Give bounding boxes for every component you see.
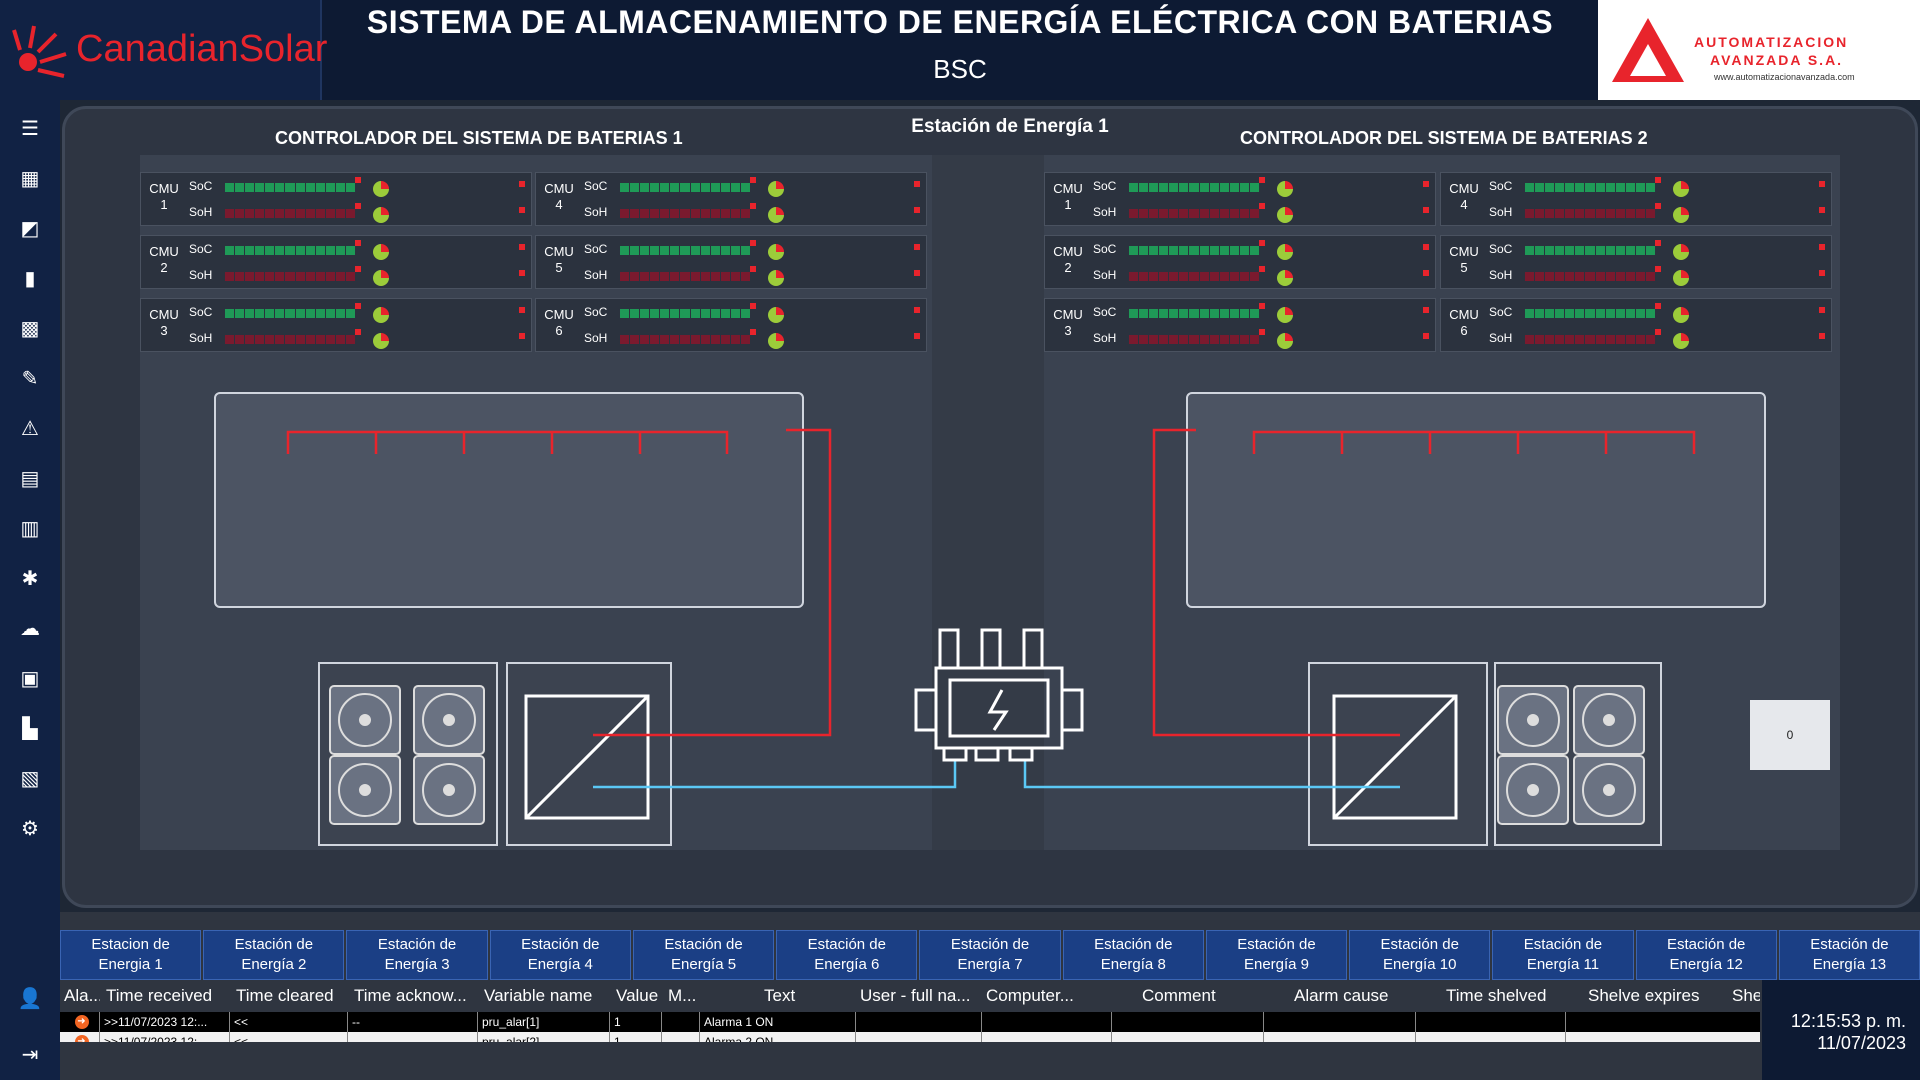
transformer-icon xyxy=(914,628,1084,762)
col-header[interactable]: Shel xyxy=(1718,986,1760,1006)
cell-time-cleared: << xyxy=(230,1012,348,1032)
clock: 12:15:53 p. m. 11/07/2023 xyxy=(1762,980,1920,1080)
clock-time: 12:15:53 p. m. xyxy=(1790,1011,1906,1031)
col-header[interactable]: Comment xyxy=(1112,986,1264,1006)
counter-display: 0 xyxy=(1750,700,1830,770)
tab-station-4[interactable]: Estación de Energía 4 xyxy=(489,930,631,980)
col-header[interactable]: Time acknow... xyxy=(348,986,478,1006)
single-line-diagram xyxy=(286,428,1696,825)
tab-station-10[interactable]: Estación de Energía 10 xyxy=(1349,930,1491,980)
tab-station-6[interactable]: Estación de Energía 6 xyxy=(776,930,918,980)
alarm-state-icon: ➜ xyxy=(60,1012,100,1032)
tab-station-1[interactable]: Estacion de Energia 1 xyxy=(60,930,202,980)
table-empty-area xyxy=(60,1042,1760,1080)
col-header[interactable]: Alarm cause xyxy=(1264,986,1416,1006)
cell-m xyxy=(662,1012,700,1032)
tab-station-2[interactable]: Estación de Energía 2 xyxy=(203,930,345,980)
col-header[interactable]: Variable name xyxy=(478,986,610,1006)
table-row[interactable]: ➜ >>11/07/2023 12:... << -- pru_alar[1] … xyxy=(60,1012,1760,1032)
col-header[interactable]: Time received xyxy=(100,986,230,1006)
cell-user xyxy=(856,1012,982,1032)
col-header[interactable]: M... xyxy=(662,986,730,1006)
col-header[interactable]: User - full na... xyxy=(856,986,982,1006)
col-header[interactable]: Time shelved xyxy=(1416,986,1566,1006)
tab-station-9[interactable]: Estación de Energía 9 xyxy=(1205,930,1348,980)
col-header[interactable]: Computer... xyxy=(982,986,1112,1006)
tab-station-7[interactable]: Estación de Energía 7 xyxy=(919,930,1061,980)
alarm-table-header: Ala... Time received Time cleared Time a… xyxy=(60,980,1760,1012)
tab-station-8[interactable]: Estación de Energía 8 xyxy=(1062,930,1204,980)
cell-time-received: >>11/07/2023 12:... xyxy=(100,1012,230,1032)
tab-station-3[interactable]: Estación de Energía 3 xyxy=(346,930,488,980)
cell-variable: pru_alar[1] xyxy=(478,1012,610,1032)
cell-computer xyxy=(982,1012,1112,1032)
tab-station-11[interactable]: Estación de Energía 11 xyxy=(1492,930,1634,980)
cell-expires xyxy=(1566,1012,1760,1032)
tab-station-12[interactable]: Estación de Energía 12 xyxy=(1635,930,1777,980)
cell-cause xyxy=(1264,1012,1416,1032)
tab-station-5[interactable]: Estación de Energía 5 xyxy=(632,930,775,980)
cell-comment xyxy=(1112,1012,1264,1032)
station-tabs: Estacion de Energia 1 Estación de Energí… xyxy=(60,930,1920,980)
cell-value: 1 xyxy=(610,1012,662,1032)
col-header[interactable]: Value xyxy=(610,986,662,1006)
cell-shelved xyxy=(1416,1012,1566,1032)
cell-time-ack: -- xyxy=(348,1012,478,1032)
cell-text: Alarma 1 ON xyxy=(700,1012,856,1032)
col-header[interactable]: Ala... xyxy=(60,986,100,1006)
clock-date: 11/07/2023 xyxy=(1817,1033,1906,1053)
tab-station-13[interactable]: Estación de Energía 13 xyxy=(1778,930,1920,980)
col-header[interactable]: Shelve expires xyxy=(1566,986,1718,1006)
col-header[interactable]: Text xyxy=(730,986,856,1006)
inverter-icon xyxy=(524,694,1458,820)
col-header[interactable]: Time cleared xyxy=(230,986,348,1006)
